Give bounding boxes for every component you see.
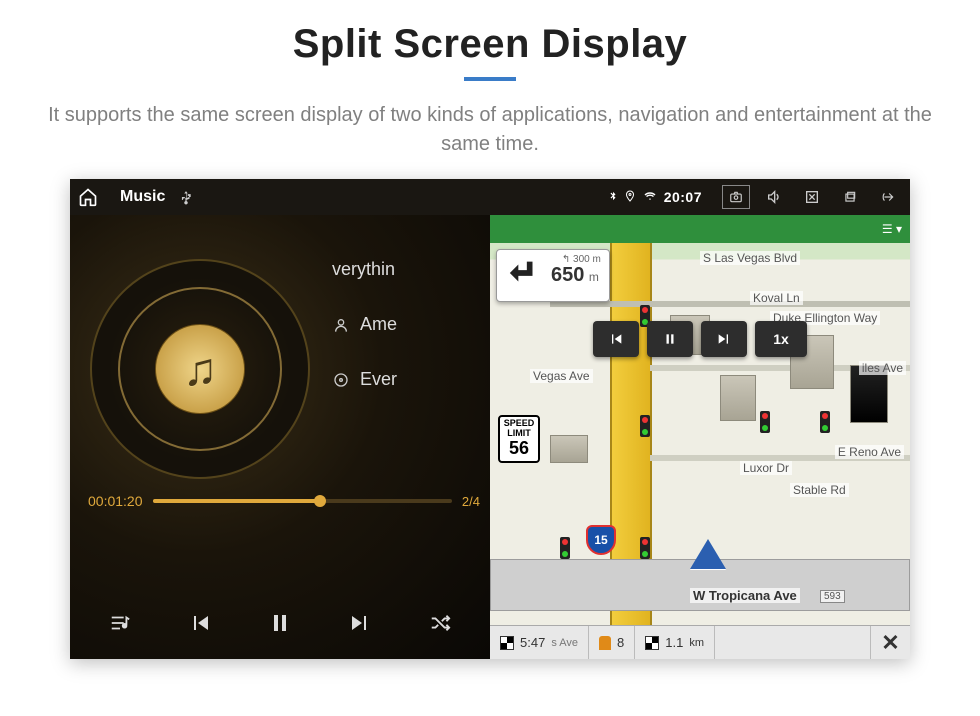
vehicle-cursor-icon bbox=[690, 539, 726, 569]
album-row: Ever bbox=[332, 369, 482, 390]
pause-button[interactable] bbox=[256, 599, 304, 647]
page-heading: Split Screen Display bbox=[0, 0, 980, 101]
clock: 20:07 bbox=[664, 189, 702, 205]
music-pane: ♫ verythin Ame bbox=[70, 215, 490, 659]
seek-bar[interactable] bbox=[153, 499, 452, 503]
route-shield: 593 bbox=[820, 590, 845, 603]
navigation-pane[interactable]: S Las Vegas Blvd Koval Ln Duke Ellington… bbox=[490, 215, 910, 659]
usb-icon bbox=[179, 189, 193, 205]
volume-button[interactable] bbox=[760, 185, 788, 209]
artist: Ame bbox=[360, 314, 397, 335]
playlist-button[interactable] bbox=[96, 599, 144, 647]
simulation-controls: 1x bbox=[593, 321, 807, 357]
title: Split Screen Display bbox=[0, 22, 980, 67]
split-container: ♫ verythin Ame bbox=[70, 215, 910, 659]
nav-menu-button[interactable]: ☰ ▾ bbox=[882, 222, 902, 236]
album: Ever bbox=[360, 369, 397, 390]
nav-top-strip: ☰ ▾ bbox=[490, 215, 910, 243]
next-track-button[interactable] bbox=[336, 599, 384, 647]
street-label: Luxor Dr bbox=[740, 461, 792, 475]
status-icons: 20:07 bbox=[608, 189, 702, 206]
music-note-icon: ♫ bbox=[183, 342, 218, 396]
sim-next-button[interactable] bbox=[701, 321, 747, 357]
street-label: Koval Ln bbox=[750, 291, 803, 305]
interstate-shield: 15 bbox=[586, 525, 616, 555]
flag-icon bbox=[645, 636, 659, 650]
street-label: Stable Rd bbox=[790, 483, 849, 497]
traffic-light-icon bbox=[820, 411, 830, 433]
speed-limit-sign: SPEED LIMIT 56 bbox=[498, 415, 540, 463]
sim-prev-button[interactable] bbox=[593, 321, 639, 357]
work-cell[interactable]: 8 bbox=[589, 626, 635, 659]
traffic-light-icon bbox=[640, 415, 650, 437]
street-label: W Tropicana Ave bbox=[690, 588, 800, 603]
nav-bottom-bar: 5:47 s Ave 8 1.1 km ✕ bbox=[490, 625, 910, 659]
construction-icon bbox=[599, 636, 611, 650]
music-controls bbox=[70, 587, 490, 659]
turn-left-icon bbox=[507, 256, 541, 295]
app-title: Music bbox=[120, 188, 165, 206]
status-bar: Music 20:07 bbox=[70, 179, 910, 215]
page: Split Screen Display It supports the sam… bbox=[0, 0, 980, 716]
disc-icon bbox=[332, 371, 350, 389]
turn-distance: 650 bbox=[551, 264, 584, 286]
turn-unit: m bbox=[589, 270, 599, 284]
traffic-light-icon bbox=[560, 537, 570, 559]
street-label: E Reno Ave bbox=[835, 445, 904, 459]
track-metadata: verythin Ame Ever bbox=[332, 259, 482, 390]
street-label: S Las Vegas Blvd bbox=[700, 251, 800, 265]
progress-row: 00:01:20 2/4 bbox=[88, 493, 480, 509]
album-art: ♫ bbox=[90, 259, 310, 479]
sim-pause-button[interactable] bbox=[647, 321, 693, 357]
elapsed-time: 00:01:20 bbox=[88, 493, 143, 509]
prev-track-button[interactable] bbox=[176, 599, 224, 647]
flag-icon bbox=[500, 636, 514, 650]
title-underline bbox=[464, 77, 516, 81]
wifi-icon bbox=[642, 189, 658, 205]
building-icon bbox=[550, 435, 588, 463]
track-title: verythin bbox=[332, 259, 395, 280]
home-icon[interactable] bbox=[78, 187, 98, 207]
track-index: 2/4 bbox=[462, 494, 480, 509]
street-label: iles Ave bbox=[859, 361, 906, 375]
shuffle-button[interactable] bbox=[416, 599, 464, 647]
turn-sub-distance: ↰ 300 m bbox=[562, 254, 601, 265]
location-icon bbox=[624, 189, 636, 206]
recents-button[interactable] bbox=[836, 185, 864, 209]
traffic-light-icon bbox=[640, 537, 650, 559]
device-frame: Music 20:07 bbox=[70, 179, 910, 659]
nav-close-button[interactable]: ✕ bbox=[870, 626, 910, 659]
back-button[interactable] bbox=[874, 185, 902, 209]
bluetooth-icon bbox=[608, 189, 618, 206]
building-icon bbox=[720, 375, 756, 421]
person-icon bbox=[332, 316, 350, 334]
close-button[interactable] bbox=[798, 185, 826, 209]
description: It supports the same screen display of t… bbox=[40, 101, 940, 159]
distance-cell[interactable]: 1.1 km bbox=[635, 626, 715, 659]
sim-speed-button[interactable]: 1x bbox=[755, 321, 807, 357]
track-title-row: verythin bbox=[332, 259, 482, 280]
traffic-light-icon bbox=[760, 411, 770, 433]
turn-instruction-card[interactable]: 650 m ↰ 300 m bbox=[496, 249, 610, 302]
street-label: Vegas Ave bbox=[530, 369, 593, 383]
artist-row: Ame bbox=[332, 314, 482, 335]
screenshot-button[interactable] bbox=[722, 185, 750, 209]
eta-cell[interactable]: 5:47 s Ave bbox=[490, 626, 589, 659]
